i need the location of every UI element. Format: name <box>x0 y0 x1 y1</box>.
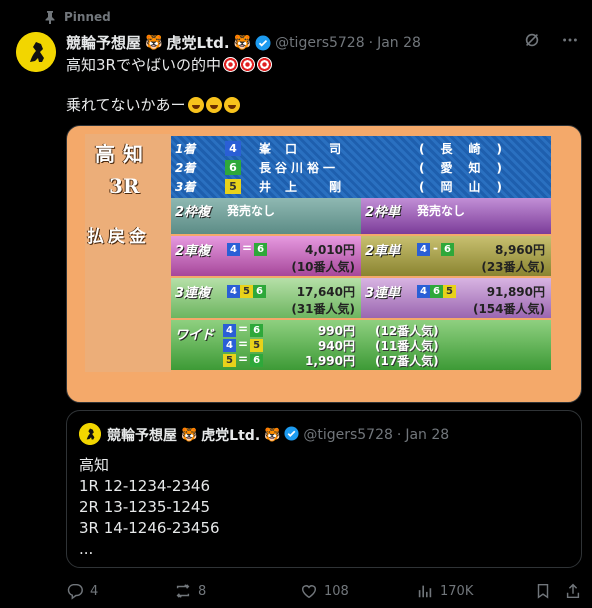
separator-dot: · <box>368 34 374 51</box>
wakutan-cell: 2枠単 発売なし <box>361 198 551 234</box>
quote-body: 高知 1R 12-1234-2346 2R 13-1235-1245 3R 14… <box>79 456 220 558</box>
wide-row: 5 = 6 <box>223 352 264 367</box>
quote-handle: @tigers5728 <box>303 427 393 443</box>
tiger-emoji-icon: 🐯 <box>181 427 198 443</box>
payout-title: 払戻金 <box>87 227 150 247</box>
more-options-icon[interactable] <box>560 30 580 50</box>
author-name-suffix[interactable]: 虎党Ltd. <box>166 32 229 53</box>
pin-icon <box>44 10 56 24</box>
bookmark-button[interactable] <box>534 582 552 600</box>
nisyatan-cell: 2車単 4-6 8,960円 (23番人気) <box>361 236 551 276</box>
post-top-actions <box>522 30 580 50</box>
quote-author-name: 競輪予想屋 <box>107 428 177 444</box>
tiger-emoji-icon: 🐯 <box>145 34 163 51</box>
quote-author-suffix: 虎党Ltd. <box>201 428 261 444</box>
heart-icon <box>301 585 317 599</box>
result-row: 2着 6 長谷川裕一 (愛知) <box>175 159 518 175</box>
laughing-emoji-icon <box>223 97 240 113</box>
post-date[interactable]: Jan 28 <box>377 35 421 51</box>
action-bar: 4 8 108 170K <box>66 580 580 602</box>
pinned-label: Pinned <box>44 10 111 24</box>
grok-icon[interactable] <box>522 30 542 50</box>
repost-icon <box>176 584 190 598</box>
quote-avatar[interactable] <box>79 423 101 445</box>
target-emoji-icon <box>222 57 238 72</box>
result-row: 1着 4 峯口 司 (長崎) <box>175 140 518 156</box>
views-chart-icon <box>418 585 432 598</box>
wide-cell: ワイド 4 = 6 4 = 5 5 = 6 990円 940円 1,990円 (12番人気)… <box>171 320 551 370</box>
separator-dot: · <box>396 427 402 443</box>
santan-cell: 3連単 465 91,890円 (154番人気) <box>361 278 551 318</box>
reply-icon <box>67 583 83 600</box>
target-emoji-icon <box>239 57 255 72</box>
tiger-emoji-icon: 🐯 <box>233 34 252 51</box>
results-panel: 1着 4 峯口 司 (長崎) 2着 6 長谷川裕一 (愛知) 3着 5 井上 剛… <box>171 136 551 198</box>
verified-badge-icon <box>255 35 271 51</box>
like-button[interactable]: 108 <box>300 582 349 600</box>
bookmark-icon <box>537 583 549 599</box>
laughing-emoji-icon <box>205 97 222 113</box>
post-text-line-1: 高知3Rでやばいの的中 <box>66 54 272 75</box>
wide-row: 4 = 5 <box>223 337 264 352</box>
wakufuku-cell: 2枠複 発売なし <box>171 198 361 234</box>
quoted-post[interactable]: 競輪予想屋 🐯 虎党Ltd. 🐯 @tigers5728 · Jan 28 高知… <box>66 410 582 568</box>
avatar[interactable] <box>16 32 56 72</box>
author-name[interactable]: 競輪予想屋 <box>66 32 141 53</box>
target-emoji-icon <box>256 57 272 72</box>
venue-name: 高知 <box>95 142 151 166</box>
views-button[interactable]: 170K <box>416 582 473 600</box>
payout-board-image[interactable]: 高知 3R 払戻金 1着 4 峯口 司 (長崎) 2着 6 長谷川裕一 (愛知)… <box>66 125 582 403</box>
quote-header: 競輪予想屋 🐯 虎党Ltd. 🐯 @tigers5728 · Jan 28 <box>107 425 449 445</box>
laughing-emoji-icon <box>187 97 204 113</box>
sanfuku-cell: 3連複 456 17,640円 (31番人気) <box>171 278 361 318</box>
share-icon <box>566 583 580 599</box>
post-header: 競輪予想屋 🐯 虎党Ltd. 🐯 @tigers5728 · Jan 28 <box>66 32 421 53</box>
race-number: 3R <box>109 174 140 198</box>
board-left-panel <box>85 134 171 372</box>
repost-button[interactable]: 8 <box>174 582 206 600</box>
result-row: 3着 5 井上 剛 (岡山) <box>175 178 518 194</box>
share-button[interactable] <box>564 582 582 600</box>
wide-row: 4 = 6 <box>223 322 264 337</box>
reply-button[interactable]: 4 <box>66 582 98 600</box>
author-handle[interactable]: @tigers5728 <box>275 35 365 51</box>
verified-badge-icon <box>284 425 299 445</box>
nisyafuku-cell: 2車複 4 = 6 4,010円 (10番人気) <box>171 236 361 276</box>
post-text-line-2: 乗れてないかあー <box>66 94 240 115</box>
tiger-emoji-icon: 🐯 <box>264 427 281 443</box>
quote-date: Jan 28 <box>405 427 450 443</box>
